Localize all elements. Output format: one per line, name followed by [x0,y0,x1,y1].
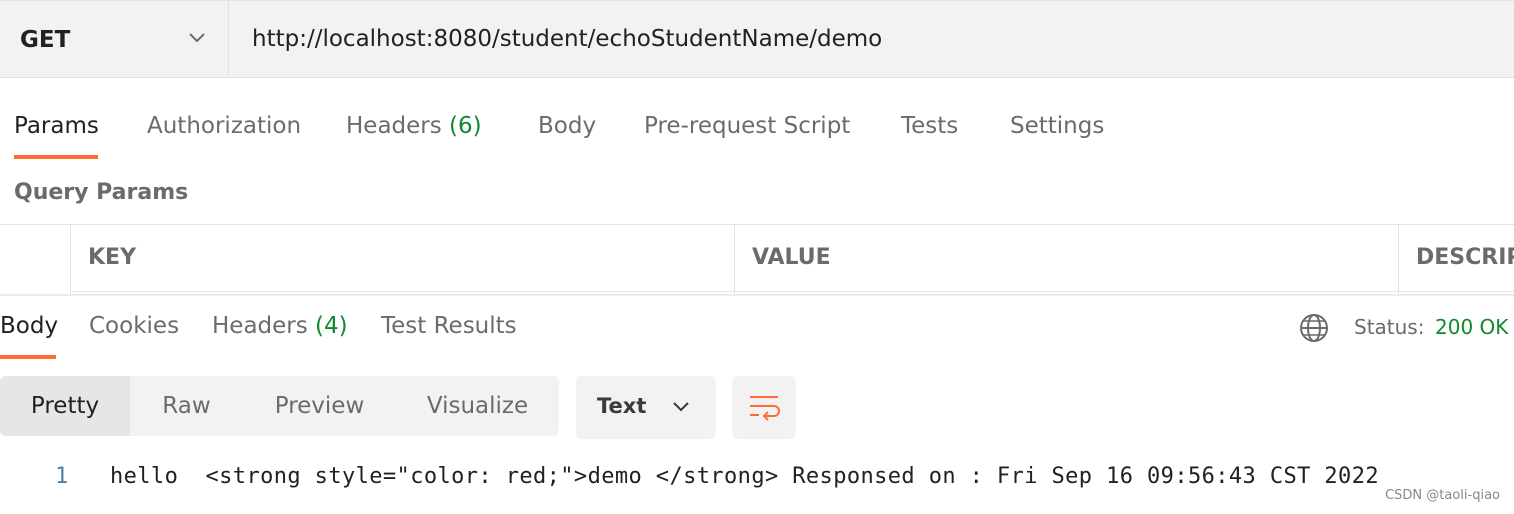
query-params-title: Query Params [14,180,189,205]
globe-icon[interactable] [1298,312,1330,344]
column-header-value: VALUE [752,245,831,270]
status-value[interactable]: 200 OK [1435,315,1508,339]
active-tab-indicator [14,155,98,159]
status-label: Status: [1354,315,1425,339]
tab-params[interactable]: Params [14,113,99,139]
response-tab-cookies[interactable]: Cookies [89,313,179,339]
chevron-down-icon [189,33,205,43]
view-pretty-button[interactable]: Pretty [0,376,130,436]
view-raw-button[interactable]: Raw [130,376,243,436]
wrap-lines-button[interactable] [732,376,796,439]
url-bar: GET http://localhost:8080/student/echoSt… [0,0,1514,78]
format-dropdown[interactable]: Text [576,376,716,439]
column-header-description: DESCRIP [1416,245,1514,270]
response-tab-headers-count: (4) [315,313,348,339]
response-body-line[interactable]: hello <strong style="color: red;">demo <… [110,464,1379,489]
tab-authorization[interactable]: Authorization [147,113,301,139]
tab-headers-label: Headers [346,113,442,139]
params-table: KEY VALUE DESCRIP [0,224,1514,295]
column-divider [734,225,735,295]
response-tab-headers-label: Headers [212,313,308,339]
url-input[interactable]: http://localhost:8080/student/echoStuden… [252,26,882,52]
method-dropdown[interactable]: GET [0,1,229,77]
response-tab-test-results[interactable]: Test Results [381,313,517,339]
line-number: 1 [55,464,69,489]
watermark: CSDN @taoli-qiao [1385,488,1500,503]
tab-tests[interactable]: Tests [901,113,958,139]
view-mode-toggle: Pretty Raw Preview Visualize [0,376,559,436]
tab-headers-count: (6) [449,113,482,139]
column-divider [70,225,71,295]
format-label: Text [597,394,647,418]
tab-prerequest-script[interactable]: Pre-request Script [644,113,850,139]
view-preview-button[interactable]: Preview [243,376,396,436]
chevron-down-icon [673,402,689,412]
response-tab-body[interactable]: Body [0,313,58,339]
method-label: GET [20,27,71,53]
column-header-key: KEY [88,245,137,270]
wrap-lines-icon [750,396,780,421]
pane-resize-handle[interactable] [0,294,1514,296]
tab-headers[interactable]: Headers (6) [346,113,482,139]
view-visualize-button[interactable]: Visualize [396,376,559,436]
table-row-divider [72,291,1514,292]
tab-body[interactable]: Body [538,113,596,139]
response-tab-headers[interactable]: Headers (4) [212,313,348,339]
column-divider [1398,225,1399,295]
response-active-tab-indicator [0,355,56,359]
tab-settings[interactable]: Settings [1010,113,1104,139]
